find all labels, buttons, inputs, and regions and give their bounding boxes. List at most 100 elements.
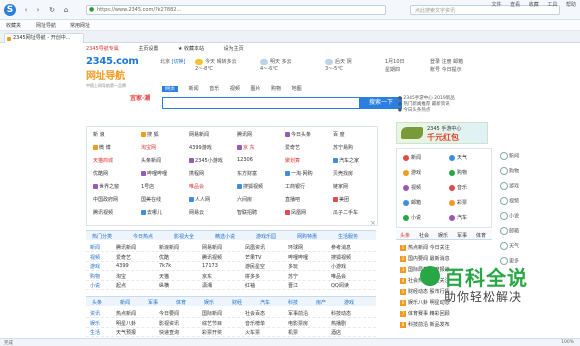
top-link[interactable]: 设为主页 <box>224 46 244 52</box>
row-link[interactable]: 腾讯新闻 <box>116 244 136 251</box>
menu-file[interactable]: 文件 <box>492 2 502 8</box>
category-tab[interactable]: 游戏乐园 <box>256 233 276 240</box>
site-link[interactable]: 腾讯视频 <box>93 209 113 216</box>
site-link[interactable]: 1号店 <box>141 183 154 190</box>
site-link[interactable]: 头条新闻 <box>141 157 161 164</box>
site-link[interactable]: 智联招聘 <box>237 209 257 216</box>
sidebar-item[interactable]: 小说 <box>500 212 524 224</box>
row-link[interactable]: 搜狐视频 <box>331 254 351 261</box>
row-link[interactable]: 京东 <box>202 273 212 280</box>
site-link[interactable]: 瓜子二手车 <box>333 209 358 216</box>
row-link[interactable]: 网易新闻 <box>202 244 222 251</box>
search-tab-image[interactable]: 图片 <box>250 86 260 92</box>
row-link[interactable]: 腾讯视频 <box>202 254 222 261</box>
row-link[interactable]: 红袖 <box>245 282 255 289</box>
site-link[interactable]: 工商银行 <box>285 183 305 190</box>
site-link[interactable]: 苏宁易购 <box>333 144 353 151</box>
search-tab-web[interactable]: 网页 <box>162 86 179 92</box>
site-link[interactable]: 直播吧 <box>285 196 300 203</box>
search-button[interactable]: 搜索一下 <box>360 97 402 109</box>
site-link[interactable]: 唯品会 <box>189 183 204 190</box>
site-link[interactable]: 淘宝网 <box>141 144 156 151</box>
site-link[interactable]: 京 东 <box>237 144 255 151</box>
news-category-tab[interactable]: 房产 <box>316 299 326 306</box>
refresh-icon[interactable]: ↻ <box>48 6 56 14</box>
row-link[interactable]: 影视资讯 <box>159 320 179 327</box>
site-link[interactable]: 12306 <box>237 157 253 163</box>
row-link[interactable]: 酒店 <box>331 329 341 336</box>
news-tab[interactable]: 社会 <box>419 232 429 239</box>
site-link[interactable]: 网易云 <box>189 209 204 216</box>
service-link[interactable]: 购物 <box>449 169 467 176</box>
row-link[interactable]: 明星八卦 <box>116 320 136 327</box>
site-link[interactable]: 一淘·网购 <box>285 170 313 177</box>
sidebar-item[interactable]: 新闻 <box>500 152 524 164</box>
site-link[interactable]: 今日头条 <box>285 131 311 138</box>
service-link[interactable]: 小说 <box>403 214 421 221</box>
row-link[interactable]: 新浪新闻 <box>159 244 179 251</box>
menu-tools[interactable]: 工具 <box>547 2 557 8</box>
row-label[interactable]: 娱乐 <box>90 320 100 327</box>
site-link[interactable]: 哔哩哔哩 <box>141 170 167 177</box>
row-link[interactable]: QQ阅读 <box>331 282 349 289</box>
site-link[interactable]: 优酷网 <box>93 170 108 177</box>
site-link[interactable]: 腾讯网 <box>237 131 252 138</box>
news-category-tab[interactable]: 体育 <box>176 299 186 306</box>
row-link[interactable]: 机票 <box>288 329 298 336</box>
site-link[interactable]: 爱奇艺 <box>285 144 300 151</box>
search-tab-map[interactable]: 地图 <box>292 86 302 92</box>
home-icon[interactable]: ⌂ <box>62 6 70 14</box>
address-bar[interactable]: ● https://www.2345.com/?k27882... <box>86 5 386 15</box>
row-link[interactable]: 综艺节目 <box>202 320 222 327</box>
search-tab-video[interactable]: 视频 <box>230 86 240 92</box>
site-link[interactable]: 2345小游戏 <box>189 157 223 164</box>
site-link[interactable]: 中国政府网 <box>93 196 118 203</box>
row-link[interactable]: 社会百态 <box>245 310 265 317</box>
site-link[interactable]: 链家网 <box>333 183 348 190</box>
service-link[interactable]: 新闻 <box>403 154 421 161</box>
site-link[interactable]: 人人网 <box>189 196 210 203</box>
account-line[interactable]: 登录 注册 邮箱 <box>430 58 463 66</box>
news-tab[interactable]: 娱乐 <box>438 232 448 239</box>
row-link[interactable]: 优酷 <box>159 254 169 261</box>
row-label[interactable]: 资讯 <box>90 310 100 317</box>
menu-help[interactable]: 帮助 <box>566 2 576 8</box>
search-tab-shop[interactable]: 购物 <box>271 86 281 92</box>
news-category-tab[interactable]: 汽车 <box>260 299 270 306</box>
row-link[interactable]: 热播剧 <box>331 320 346 327</box>
news-item[interactable]: 8 科技前沿 新品发布 <box>400 321 450 328</box>
account-line[interactable]: 账号 今日提示 <box>430 66 463 74</box>
close-icon[interactable]: × <box>370 219 378 227</box>
row-link[interactable]: 音乐榜单 <box>245 320 265 327</box>
sidebar-item[interactable]: 游戏 <box>500 182 524 194</box>
row-label[interactable]: 生活 <box>90 329 100 336</box>
row-link[interactable]: 天气预报 <box>116 329 136 336</box>
row-link[interactable]: 彩票开奖 <box>202 329 222 336</box>
row-label[interactable]: 游戏 <box>90 263 100 270</box>
zoom-level[interactable]: 100% <box>561 340 574 345</box>
row-label[interactable]: 小说 <box>90 282 100 289</box>
promo-banner[interactable]: 2345 手游中心 千元红包 <box>396 122 488 144</box>
row-link[interactable]: 电影票房 <box>288 320 308 327</box>
service-link[interactable]: 天气 <box>449 154 467 161</box>
row-link[interactable]: 17173 <box>202 263 218 269</box>
row-link[interactable]: 参考消息 <box>331 244 351 251</box>
row-link[interactable]: 晋江 <box>288 282 298 289</box>
menu-view[interactable]: 查看 <box>510 2 520 8</box>
category-tab[interactable]: 影视大全 <box>174 233 194 240</box>
top-link[interactable]: 2345导航专属 <box>86 46 119 52</box>
row-link[interactable]: 爱奇艺 <box>116 254 131 261</box>
row-link[interactable]: 7k7k <box>159 263 171 269</box>
news-tab[interactable]: 体育 <box>476 232 486 239</box>
search-ad[interactable]: 宜家·潮 <box>130 93 160 107</box>
row-link[interactable]: 起点 <box>116 282 126 289</box>
news-category-tab[interactable]: 财经 <box>232 299 242 306</box>
news-category-tab[interactable]: 头条 <box>92 299 102 306</box>
sidebar-item[interactable]: 天气 <box>500 242 524 254</box>
site-link[interactable]: 聚划算 <box>285 157 300 164</box>
sidebar-item[interactable]: 视频 <box>500 197 524 209</box>
service-link[interactable]: 彩票 <box>449 199 467 206</box>
category-tab[interactable]: 热门分类 <box>92 233 112 240</box>
news-tab[interactable]: 军事 <box>457 232 467 239</box>
row-link[interactable]: 凤凰资讯 <box>245 244 265 251</box>
